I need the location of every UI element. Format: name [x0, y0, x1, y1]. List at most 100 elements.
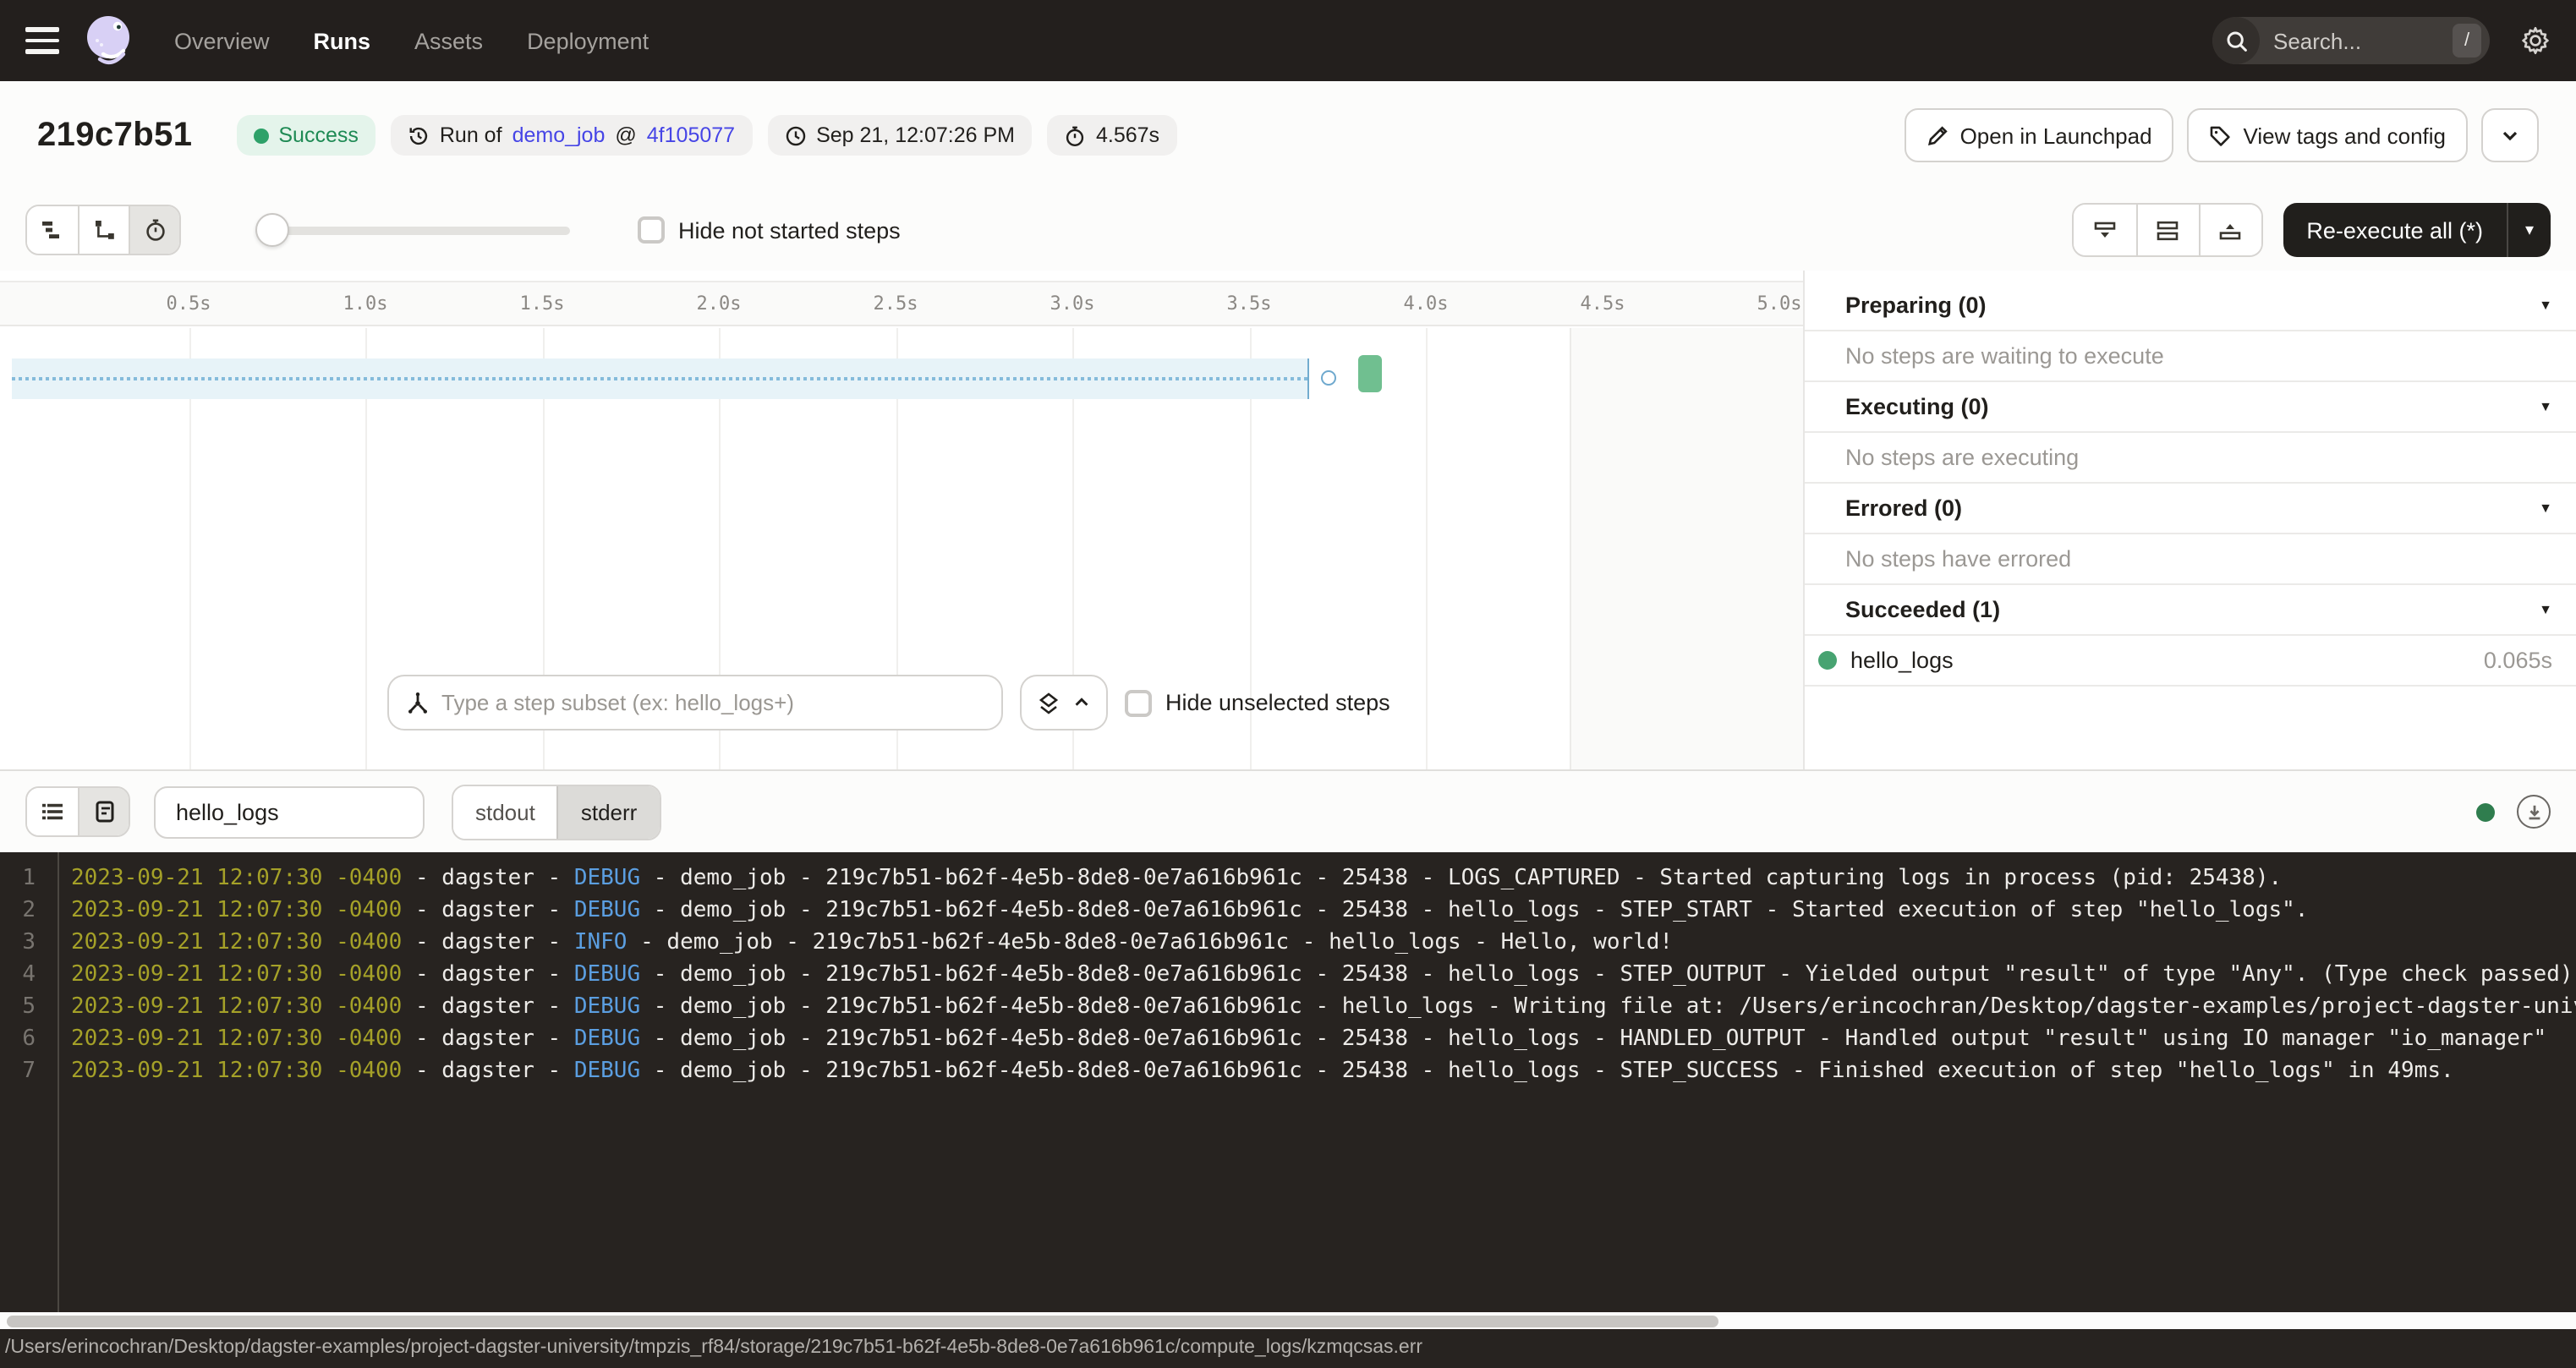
- panel-section-header[interactable]: Preparing (0)▼: [1805, 281, 2576, 331]
- log-filter-input[interactable]: hello_logs: [154, 785, 425, 838]
- timer-icon: [1064, 124, 1086, 146]
- panel-section-title: Errored (0): [1845, 495, 1962, 521]
- view-timed-button[interactable]: [129, 206, 179, 254]
- log-timestamp: 2023-09-21 12:07:30 -0400: [71, 1026, 402, 1052]
- panel-split-button[interactable]: [2135, 205, 2198, 255]
- log-line-content: 2023-09-21 12:07:30 -0400 - dagster - DE…: [51, 1055, 2454, 1087]
- panel-empty-message: No steps have errored: [1805, 534, 2576, 585]
- axis-tick-label: 0.5s: [167, 293, 211, 315]
- run-more-actions-button[interactable]: [2481, 108, 2539, 162]
- gantt-step-bar-hello-logs[interactable]: [1358, 355, 1382, 392]
- log-line: 52023-09-21 12:07:30 -0400 - dagster - D…: [0, 991, 2576, 1023]
- checkbox-icon: [638, 216, 665, 244]
- checkbox-icon: [1125, 689, 1152, 716]
- chevron-down-icon: [2500, 125, 2520, 145]
- status-dot-icon: [253, 128, 268, 143]
- tab-stderr[interactable]: stderr: [557, 785, 659, 838]
- log-timestamp: 2023-09-21 12:07:30 -0400: [71, 930, 402, 955]
- reexecute-caret-icon[interactable]: ▾: [2507, 203, 2551, 257]
- gantt-start-marker-icon: [1321, 370, 1336, 386]
- commit-link[interactable]: 4f105077: [647, 123, 735, 147]
- panel-up-icon: [2217, 217, 2243, 243]
- graph-query-toggle-button[interactable]: [1020, 675, 1108, 731]
- log-line-content: 2023-09-21 12:07:30 -0400 - dagster - DE…: [51, 895, 2308, 927]
- log-line-content: 2023-09-21 12:07:30 -0400 - dagster - DE…: [51, 862, 2282, 895]
- axis-tick-label: 2.5s: [874, 293, 918, 315]
- download-logs-button[interactable]: [2517, 795, 2551, 829]
- stopwatch-icon: [143, 218, 167, 242]
- log-file-path: /Users/erincochran/Desktop/dagster-examp…: [5, 1338, 1422, 1358]
- log-timestamp: 2023-09-21 12:07:30 -0400: [71, 994, 402, 1020]
- search-icon: [2212, 17, 2260, 64]
- log-output[interactable]: 12023-09-21 12:07:30 -0400 - dagster - D…: [0, 852, 2576, 1312]
- log-file-path-bar: /Users/erincochran/Desktop/dagster-examp…: [0, 1329, 2576, 1368]
- panel-step-row[interactable]: hello_logs0.065s: [1805, 636, 2576, 687]
- log-level: DEBUG: [574, 994, 640, 1020]
- log-toolbar: hello_logs stdoutstderr: [0, 771, 2576, 852]
- axis-tick-label: 1.5s: [520, 293, 565, 315]
- tab-stdout[interactable]: stdout: [453, 785, 557, 838]
- nav-link-overview[interactable]: Overview: [174, 28, 270, 53]
- log-timestamp: 2023-09-21 12:07:30 -0400: [71, 866, 402, 891]
- caret-up-icon: [1072, 693, 1091, 712]
- hide-unselected-checkbox[interactable]: Hide unselected steps: [1125, 689, 1390, 716]
- duration-pill: 4.567s: [1047, 115, 1176, 156]
- log-line: 72023-09-21 12:07:30 -0400 - dagster - D…: [0, 1055, 2576, 1087]
- log-level: DEBUG: [574, 962, 640, 988]
- reexecute-all-button[interactable]: Re-execute all (*) ▾: [2283, 203, 2551, 257]
- log-structured-view-button[interactable]: [27, 788, 78, 835]
- log-level: DEBUG: [574, 1026, 640, 1052]
- axis-tick-label: 3.0s: [1050, 293, 1095, 315]
- pencil-icon: [1927, 124, 1948, 146]
- view-tags-config-button[interactable]: View tags and config: [2188, 108, 2468, 162]
- panel-section-title: Executing (0): [1845, 394, 1989, 419]
- panel-down-icon: [2091, 217, 2117, 243]
- settings-gear-icon[interactable]: [2520, 25, 2551, 56]
- search-input[interactable]: Search... /: [2212, 17, 2490, 64]
- panel-section-header[interactable]: Executing (0)▼: [1805, 382, 2576, 433]
- panel-split-icon: [2155, 217, 2180, 243]
- gantt-zoom-slider[interactable]: [255, 213, 570, 247]
- flat-view-icon: [41, 218, 64, 242]
- axis-tick-label: 2.0s: [697, 293, 742, 315]
- step-subset-input[interactable]: Type a step subset (ex: hello_logs+): [387, 675, 1003, 731]
- panel-section-title: Preparing (0): [1845, 293, 1987, 318]
- scrollbar-thumb[interactable]: [7, 1315, 1718, 1327]
- view-flat-button[interactable]: [27, 206, 78, 254]
- job-link[interactable]: demo_job: [512, 123, 606, 147]
- log-line-content: 2023-09-21 12:07:30 -0400 - dagster - IN…: [51, 927, 1673, 959]
- log-line-number: 6: [0, 1023, 51, 1055]
- dagster-logo-icon[interactable]: [83, 14, 137, 68]
- section-caret-icon: ▼: [2539, 602, 2552, 617]
- run-id-title: 219c7b51: [37, 116, 192, 155]
- horizontal-scrollbar: [0, 1312, 2576, 1329]
- gantt-canvas[interactable]: Type a step subset (ex: hello_logs+) Hid…: [0, 328, 1803, 769]
- gantt-section: 0.5s1.0s1.5s2.0s2.5s3.0s3.5s4.0s4.5s5.0s…: [0, 271, 2576, 771]
- view-waterfall-button[interactable]: [78, 206, 129, 254]
- nav-link-deployment[interactable]: Deployment: [527, 28, 649, 53]
- gantt-toolbar: Hide not started steps: [0, 189, 2576, 271]
- log-line-number: 5: [0, 991, 51, 1023]
- log-line: 22023-09-21 12:07:30 -0400 - dagster - D…: [0, 895, 2576, 927]
- panel-collapse-down-button[interactable]: [2073, 205, 2135, 255]
- log-level: DEBUG: [574, 1059, 640, 1084]
- gantt-waiting-band: [12, 358, 1309, 399]
- structured-logs-icon: [41, 800, 64, 824]
- history-icon: [408, 124, 430, 146]
- main-nav-links: Overview Runs Assets Deployment: [174, 28, 649, 53]
- nav-link-runs[interactable]: Runs: [314, 28, 371, 53]
- panel-empty-message: No steps are waiting to execute: [1805, 331, 2576, 382]
- open-launchpad-button[interactable]: Open in Launchpad: [1905, 108, 2174, 162]
- axis-tick-label: 1.0s: [343, 293, 388, 315]
- slider-thumb[interactable]: [255, 213, 289, 247]
- log-line: 42023-09-21 12:07:30 -0400 - dagster - D…: [0, 959, 2576, 991]
- hamburger-menu-icon[interactable]: [25, 27, 59, 54]
- hide-not-started-checkbox[interactable]: Hide not started steps: [638, 216, 901, 244]
- nav-link-assets[interactable]: Assets: [414, 28, 483, 53]
- status-badge: Success: [236, 115, 375, 156]
- panel-section-header[interactable]: Succeeded (1)▼: [1805, 585, 2576, 636]
- log-raw-view-button[interactable]: [78, 788, 129, 835]
- panel-section-header[interactable]: Errored (0)▼: [1805, 484, 2576, 534]
- gantt-view-mode-group: [25, 205, 181, 255]
- panel-collapse-up-button[interactable]: [2198, 205, 2261, 255]
